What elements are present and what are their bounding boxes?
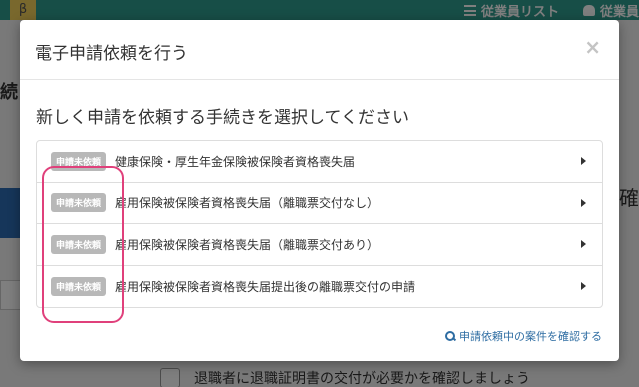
status-badge: 申請未依頼 bbox=[51, 193, 107, 213]
procedure-label: 雇用保険被保険者資格喪失届（離職票交付なし） bbox=[115, 196, 380, 211]
procedure-label: 雇用保険被保険者資格喪失届（離職票交付あり） bbox=[115, 237, 380, 252]
chevron-right-icon bbox=[581, 240, 586, 249]
chevron-right-icon bbox=[581, 157, 586, 166]
modal-title: 電子申請依頼を行う bbox=[35, 44, 188, 64]
section-title: 新しく申請を依頼する手続きを選択してください bbox=[36, 108, 409, 128]
procedure-item-health-insurance-loss[interactable]: 申請未依頼 健康保険・厚生年金保険被保険者資格喪失届 bbox=[37, 141, 602, 183]
close-button[interactable]: × bbox=[584, 37, 601, 57]
status-badge: 申請未依頼 bbox=[51, 234, 107, 254]
search-icon bbox=[445, 331, 455, 341]
chevron-right-icon bbox=[581, 198, 586, 207]
e-application-request-modal: 電子申請依頼を行う × 新しく申請を依頼する手続きを選択してください 申請未依頼… bbox=[20, 20, 619, 361]
modal-body: 新しく申請を依頼する手続きを選択してください 申請未依頼 健康保険・厚生年金保険… bbox=[20, 106, 619, 308]
procedure-label: 健康保険・厚生年金保険被保険者資格喪失届 bbox=[115, 154, 356, 169]
procedure-item-separation-certificate-application[interactable]: 申請未依頼 雇用保険被保険者資格喪失届提出後の離職票交付の申請 bbox=[37, 266, 602, 308]
modal-header: 電子申請依頼を行う × bbox=[20, 20, 619, 80]
procedure-item-employment-insurance-loss-with-certificate[interactable]: 申請未依頼 雇用保険被保険者資格喪失届（離職票交付あり） bbox=[37, 224, 602, 266]
status-badge: 申請未依頼 bbox=[51, 276, 107, 296]
procedure-item-employment-insurance-loss-no-certificate[interactable]: 申請未依頼 雇用保険被保険者資格喪失届（離職票交付なし） bbox=[37, 183, 602, 224]
status-badge: 申請未依頼 bbox=[51, 151, 107, 171]
procedure-label: 雇用保険被保険者資格喪失届提出後の離職票交付の申請 bbox=[115, 279, 416, 294]
procedure-list: 申請未依頼 健康保険・厚生年金保険被保険者資格喪失届 申請未依頼 雇用保険被保険… bbox=[36, 140, 603, 308]
view-pending-requests-label: 申請依頼中の案件を確認する bbox=[459, 330, 602, 343]
view-pending-requests-link[interactable]: 申請依頼中の案件を確認する bbox=[445, 328, 602, 344]
chevron-right-icon bbox=[581, 282, 586, 291]
